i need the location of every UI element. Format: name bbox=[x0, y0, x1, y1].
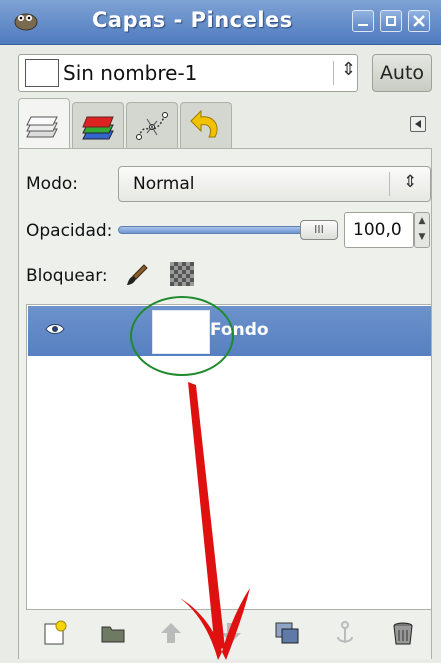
undo-history-icon bbox=[190, 109, 218, 138]
delete-layer-icon[interactable] bbox=[388, 618, 418, 648]
image-thumbnail bbox=[25, 59, 59, 87]
image-name: Sin nombre-1 bbox=[63, 61, 198, 85]
new-layer-group-icon[interactable] bbox=[98, 618, 128, 648]
tab-menu-icon[interactable] bbox=[410, 116, 426, 132]
auto-button[interactable]: Auto bbox=[372, 54, 432, 92]
opacity-spin-buttons[interactable]: ▲ ▼ bbox=[414, 212, 430, 248]
close-button[interactable] bbox=[408, 10, 430, 32]
maximize-button[interactable] bbox=[380, 10, 402, 32]
image-selector[interactable]: Sin nombre-1 ⇕ bbox=[18, 54, 358, 92]
mode-select[interactable]: Normal ⇕ bbox=[118, 166, 431, 202]
window-title: Capas - Pinceles bbox=[92, 8, 293, 32]
close-icon bbox=[413, 15, 425, 27]
duplicate-layer-icon[interactable] bbox=[272, 618, 302, 648]
opacity-value: 100,0 bbox=[353, 220, 402, 240]
minimize-button[interactable] bbox=[352, 10, 374, 32]
paths-icon bbox=[136, 112, 168, 140]
mode-value: Normal bbox=[133, 174, 195, 194]
combo-separator bbox=[333, 61, 334, 85]
gimp-wilber-icon[interactable] bbox=[12, 8, 40, 32]
combo-separator bbox=[389, 172, 390, 196]
tab-undo-history[interactable] bbox=[180, 102, 232, 148]
tab-channels[interactable] bbox=[72, 102, 124, 148]
opacity-label: Opacidad: bbox=[26, 221, 113, 241]
tab-layers[interactable] bbox=[18, 98, 70, 149]
annotation-circle bbox=[130, 296, 234, 376]
lower-layer-icon[interactable] bbox=[216, 618, 246, 648]
channels-icon bbox=[82, 116, 114, 140]
new-layer-icon[interactable] bbox=[40, 618, 70, 648]
lock-label: Bloquear: bbox=[26, 266, 108, 286]
chevron-updown-icon: ⇕ bbox=[403, 172, 418, 192]
lock-pixels-brush-icon[interactable] bbox=[124, 262, 150, 288]
chevron-updown-icon: ⇕ bbox=[341, 59, 357, 80]
lock-alpha-checker-icon[interactable] bbox=[170, 262, 194, 286]
raise-layer-icon[interactable] bbox=[156, 618, 186, 648]
opacity-spinbox[interactable]: 100,0 bbox=[344, 212, 414, 248]
eye-visibility-icon[interactable] bbox=[44, 320, 66, 338]
opacity-slider-handle[interactable]: III bbox=[300, 220, 338, 240]
layers-icon bbox=[26, 116, 58, 138]
mode-label: Modo: bbox=[26, 174, 78, 194]
anchor-layer-icon[interactable] bbox=[330, 618, 360, 648]
tab-paths[interactable] bbox=[126, 102, 178, 148]
